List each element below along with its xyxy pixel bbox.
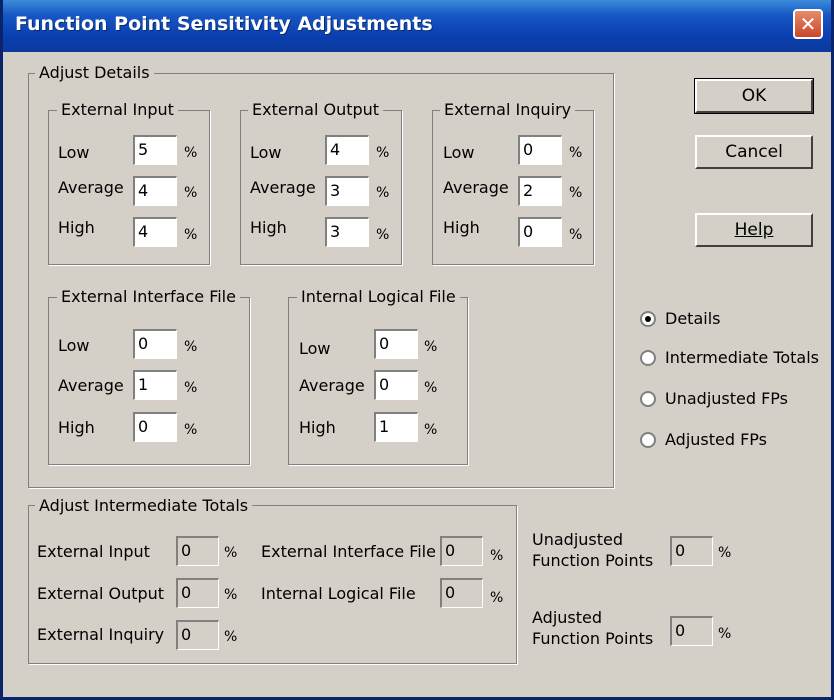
external-inquiry-label: External Inquiry — [440, 100, 576, 120]
percent-sign: % — [376, 185, 390, 201]
adjusted-fp-label-line2: Function Points — [532, 629, 654, 648]
percent-sign: % — [224, 545, 238, 561]
external-input-average-label: Average — [58, 178, 124, 197]
external-interface-file-label: External Interface File — [57, 287, 240, 307]
external-output-high-label: High — [250, 218, 287, 237]
adjusted-fp-label-line1: Adjusted — [532, 608, 603, 627]
intermediate-eif-field[interactable]: 0 — [440, 536, 483, 566]
percent-sign: % — [718, 545, 732, 561]
unadjusted-fp-label-line1: Unadjusted — [532, 530, 624, 549]
external-input-label: External Input — [57, 100, 178, 120]
unadjusted-fp-label-line2: Function Points — [532, 551, 654, 570]
radio-adjusted-fps[interactable] — [640, 432, 656, 448]
radio-intermediate-totals[interactable] — [640, 350, 656, 366]
cancel-button[interactable]: Cancel — [695, 135, 813, 169]
external-inquiry-average-field[interactable]: 2 — [518, 176, 562, 206]
percent-sign: % — [569, 145, 583, 161]
external-output-label: External Output — [248, 100, 384, 120]
close-button[interactable]: ✕ — [793, 9, 823, 39]
intermediate-external-output-label: External Output — [37, 584, 165, 603]
percent-sign: % — [490, 590, 504, 606]
eif-low-label: Low — [58, 336, 90, 355]
percent-sign: % — [184, 380, 198, 396]
internal-logical-file-label: Internal Logical File — [297, 287, 460, 307]
radio-unadjusted-fps[interactable] — [640, 391, 656, 407]
percent-sign: % — [184, 145, 198, 161]
percent-sign: % — [376, 227, 390, 243]
ok-button[interactable]: OK — [694, 78, 814, 114]
external-inquiry-average-label: Average — [443, 178, 509, 197]
percent-sign: % — [224, 629, 238, 645]
adjust-details-label: Adjust Details — [35, 63, 154, 83]
percent-sign: % — [490, 548, 504, 564]
external-inquiry-high-label: High — [443, 218, 480, 237]
intermediate-external-input-field[interactable]: 0 — [176, 536, 219, 566]
ilf-average-field[interactable]: 0 — [374, 370, 418, 400]
percent-sign: % — [184, 185, 198, 201]
external-inquiry-low-label: Low — [443, 143, 475, 162]
external-inquiry-low-field[interactable]: 0 — [518, 135, 562, 165]
window-title: Function Point Sensitivity Adjustments — [15, 13, 433, 35]
help-button-label: Help — [734, 220, 774, 240]
intermediate-external-inquiry-field[interactable]: 0 — [176, 620, 219, 650]
intermediate-external-output-field[interactable]: 0 — [176, 578, 219, 608]
intermediate-eif-label: External Interface File — [261, 542, 436, 561]
percent-sign: % — [224, 587, 238, 603]
help-button[interactable]: Help — [695, 213, 813, 247]
external-input-high-field[interactable]: 4 — [133, 217, 177, 247]
external-output-average-label: Average — [250, 178, 316, 197]
external-output-low-field[interactable]: 4 — [325, 135, 369, 165]
intermediate-external-inquiry-label: External Inquiry — [37, 625, 165, 644]
external-input-high-label: High — [58, 218, 95, 237]
radio-details-label[interactable]: Details — [665, 309, 720, 329]
external-input-low-field[interactable]: 5 — [133, 135, 177, 165]
intermediate-ilf-field[interactable]: 0 — [440, 578, 483, 608]
radio-unadjusted-fps-label[interactable]: Unadjusted FPs — [665, 389, 788, 409]
percent-sign: % — [424, 422, 438, 438]
percent-sign: % — [569, 227, 583, 243]
radio-intermediate-totals-label[interactable]: Intermediate Totals — [665, 348, 819, 368]
close-icon: ✕ — [799, 12, 817, 36]
external-output-high-field[interactable]: 3 — [325, 217, 369, 247]
eif-high-label: High — [58, 418, 95, 437]
adjusted-fp-field[interactable]: 0 — [670, 616, 713, 646]
eif-high-field[interactable]: 0 — [133, 412, 177, 442]
title-bar[interactable]: Function Point Sensitivity Adjustments ✕ — [3, 0, 831, 52]
percent-sign: % — [376, 145, 390, 161]
percent-sign: % — [718, 626, 732, 642]
ilf-low-label: Low — [299, 339, 331, 358]
adjust-intermediate-totals-label: Adjust Intermediate Totals — [35, 496, 253, 516]
ilf-high-field[interactable]: 1 — [374, 412, 418, 442]
ilf-high-label: High — [299, 418, 336, 437]
external-inquiry-high-field[interactable]: 0 — [518, 217, 562, 247]
external-output-low-label: Low — [250, 143, 282, 162]
intermediate-external-input-label: External Input — [37, 542, 150, 561]
percent-sign: % — [184, 422, 198, 438]
dialog-window: Function Point Sensitivity Adjustments ✕… — [0, 0, 834, 700]
radio-adjusted-fps-label[interactable]: Adjusted FPs — [665, 430, 767, 450]
unadjusted-fp-field[interactable]: 0 — [670, 536, 713, 566]
percent-sign: % — [184, 227, 198, 243]
eif-average-field[interactable]: 1 — [133, 370, 177, 400]
ilf-average-label: Average — [299, 376, 365, 395]
intermediate-ilf-label: Internal Logical File — [261, 584, 416, 603]
percent-sign: % — [184, 339, 198, 355]
radio-details[interactable] — [640, 311, 656, 327]
percent-sign: % — [424, 339, 438, 355]
percent-sign: % — [424, 380, 438, 396]
percent-sign: % — [569, 185, 583, 201]
external-output-average-field[interactable]: 3 — [325, 176, 369, 206]
radio-selected-dot — [645, 316, 651, 322]
ilf-low-field[interactable]: 0 — [374, 329, 418, 359]
external-input-average-field[interactable]: 4 — [133, 176, 177, 206]
eif-average-label: Average — [58, 376, 124, 395]
eif-low-field[interactable]: 0 — [133, 329, 177, 359]
external-input-low-label: Low — [58, 143, 90, 162]
